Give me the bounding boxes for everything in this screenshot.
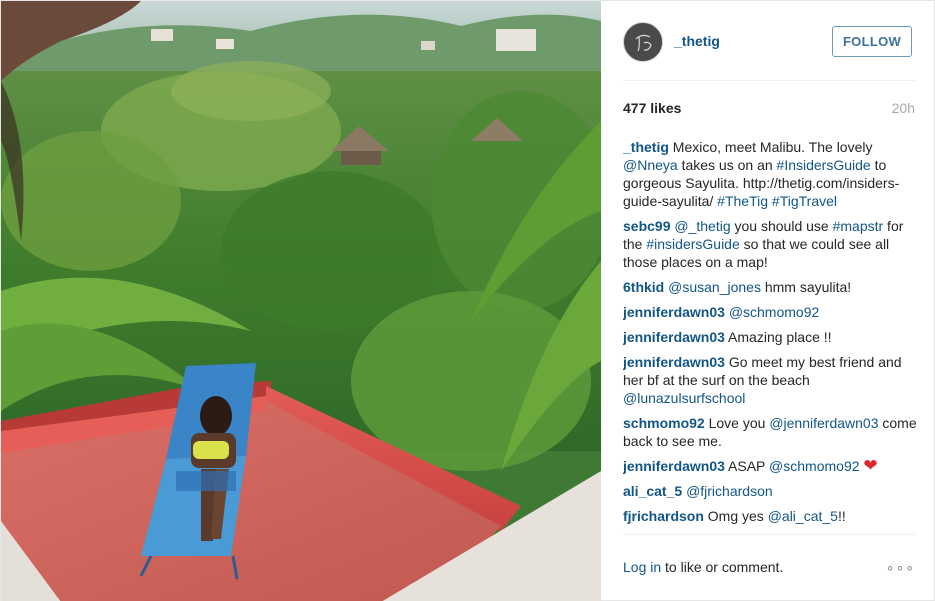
mention-link[interactable]: @jenniferdawn03 — [769, 415, 878, 431]
comment-author[interactable]: jenniferdawn03 — [623, 329, 725, 345]
comment-author[interactable]: fjrichardson — [623, 508, 704, 524]
comment-text: Mexico, meet Malibu. The lovely — [672, 139, 873, 155]
login-link[interactable]: Log in — [623, 559, 661, 575]
mention-link[interactable]: @_thetig — [674, 218, 730, 234]
comment-text: you should use — [730, 218, 833, 234]
more-options-icon[interactable]: ∘∘∘ — [886, 559, 915, 576]
thetig-logo-avatar-icon — [625, 24, 662, 61]
comment-item: jenniferdawn03 Amazing place !! — [623, 328, 919, 346]
comment-text: hmm sayulita! — [760, 279, 852, 295]
mention-link[interactable]: @lunazulsurfschool — [623, 390, 745, 406]
hashtag-link[interactable]: #InsidersGuide — [777, 157, 871, 173]
mention-link[interactable]: @Nneya — [623, 157, 678, 173]
comment-item: sebc99 @_thetig you should use #mapstr f… — [623, 217, 919, 271]
login-prompt-text: to like or comment. — [661, 559, 784, 575]
comment-text: takes us on an — [677, 157, 777, 173]
post-photo-illustration — [1, 1, 601, 601]
comment-author[interactable]: schmomo92 — [623, 415, 705, 431]
comment-item: schmomo92 Love you @jenniferdawn03 come … — [623, 414, 919, 450]
heart-emoji-icon: ❤ — [863, 456, 878, 475]
hashtag-link[interactable]: #TigTravel — [772, 193, 837, 209]
comment-text: ASAP — [728, 458, 770, 474]
likes-row: 477 likes 20h — [623, 100, 915, 118]
comment-text: Omg yes — [707, 508, 768, 524]
mention-link[interactable]: @susan_jones — [668, 279, 761, 295]
post-photo[interactable] — [1, 1, 601, 601]
footer-divider — [623, 534, 915, 535]
comment-author[interactable]: jenniferdawn03 — [623, 304, 725, 320]
mention-link[interactable]: @ali_cat_5 — [768, 508, 838, 524]
mention-link[interactable]: @fjrichardson — [686, 483, 773, 499]
post-sidebar: _thetig FOLLOW 477 likes 20h _thetig Mex… — [602, 1, 935, 601]
mention-link[interactable]: @schmomo92 — [729, 304, 819, 320]
comment-item: fjrichardson Omg yes @ali_cat_5!! — [623, 507, 919, 525]
post-username[interactable]: _thetig — [674, 33, 720, 49]
instagram-post-embed: _thetig FOLLOW 477 likes 20h _thetig Mex… — [0, 0, 935, 601]
comment-author[interactable]: jenniferdawn03 — [623, 354, 725, 370]
hashtag-link[interactable]: #mapstr — [833, 218, 884, 234]
comment-item: jenniferdawn03 ASAP @schmomo92 ❤ — [623, 457, 919, 475]
comment-item: _thetig Mexico, meet Malibu. The lovely … — [623, 138, 919, 210]
comments-list[interactable]: _thetig Mexico, meet Malibu. The lovely … — [623, 138, 919, 534]
comment-item: 6thkid @susan_jones hmm sayulita! — [623, 278, 919, 296]
comment-text: Amazing place !! — [728, 329, 832, 345]
comment-author[interactable]: _thetig — [623, 139, 669, 155]
follow-button[interactable]: FOLLOW — [832, 26, 912, 57]
comment-text: !! — [837, 508, 846, 524]
comment-text: Love you — [708, 415, 770, 431]
comment-author[interactable]: sebc99 — [623, 218, 670, 234]
header-divider — [623, 80, 915, 81]
hashtag-link[interactable]: #insidersGuide — [646, 236, 739, 252]
post-age[interactable]: 20h — [892, 100, 915, 116]
comment-author[interactable]: jenniferdawn03 — [623, 458, 725, 474]
avatar[interactable] — [623, 22, 663, 62]
post-footer: Log in to like or comment. ∘∘∘ — [623, 559, 915, 579]
comment-item: ali_cat_5 @fjrichardson — [623, 482, 919, 500]
comment-author[interactable]: ali_cat_5 — [623, 483, 682, 499]
mention-link[interactable]: @schmomo92 — [769, 458, 859, 474]
comment-author[interactable]: 6thkid — [623, 279, 664, 295]
likes-count[interactable]: 477 likes — [623, 100, 681, 116]
hashtag-link[interactable]: #TheTig — [717, 193, 768, 209]
comment-item: jenniferdawn03 Go meet my best friend an… — [623, 353, 919, 407]
post-header: _thetig FOLLOW — [602, 1, 935, 81]
comment-item: jenniferdawn03 @schmomo92 — [623, 303, 919, 321]
